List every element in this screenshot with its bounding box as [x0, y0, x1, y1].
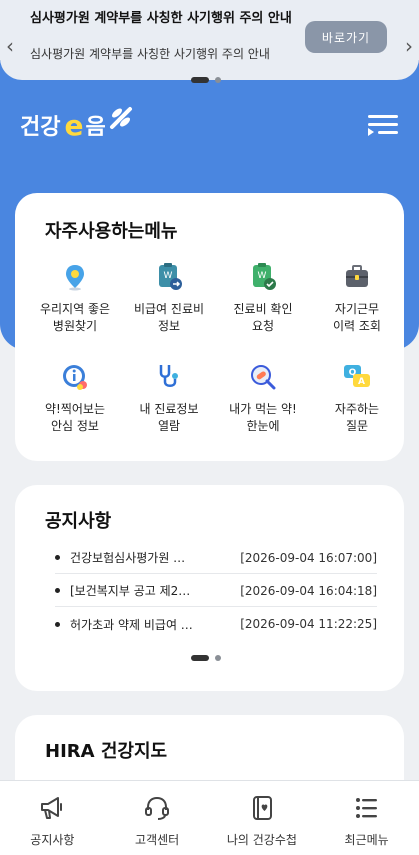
- quick-item-faq[interactable]: Q A 자주하는 질문: [310, 363, 404, 435]
- quick-item-my-medicine[interactable]: 내가 먹는 약! 한눈에: [216, 363, 310, 435]
- nav-label: 공지사항: [30, 833, 75, 847]
- bullet-icon: [55, 621, 60, 627]
- quick-item-label: 자주하는 질문: [334, 402, 380, 433]
- logo-text-prefix: 건강: [20, 115, 61, 140]
- chevron-right-icon[interactable]: ›: [405, 36, 413, 56]
- nav-item-recent-menu[interactable]: 최근메뉴: [314, 781, 419, 855]
- notice-item-date: [2026-09-04 11:22:25]: [240, 617, 377, 631]
- my-medicine-icon: [251, 365, 276, 390]
- banner-title[interactable]: 심사평가원 계약부를 사칭한 사기행위 주의 안내: [30, 10, 300, 27]
- svg-text:W: W: [164, 271, 173, 281]
- pagination-dot[interactable]: [215, 655, 221, 661]
- notice-item[interactable]: [보건복지부 공고 제2… [2026-09-04 16:04:18]: [55, 575, 377, 607]
- notice-item-date: [2026-09-04 16:04:18]: [240, 583, 377, 598]
- menu-button[interactable]: [366, 112, 400, 136]
- stethoscope-icon: [159, 365, 178, 387]
- quick-item-label: 진료비 확인 요청: [233, 302, 293, 333]
- nav-label: 최근메뉴: [344, 833, 389, 847]
- notice-item-title[interactable]: [보건복지부 공고 제2…: [70, 582, 230, 599]
- quick-item-label: 우리지역 좋은 병원찾기: [39, 302, 111, 333]
- hospital-location-icon: [66, 265, 84, 291]
- megaphone-icon: [41, 797, 63, 819]
- notice-item[interactable]: 건강보험심사평가원 … [2026-09-04 16:07:00]: [55, 542, 377, 574]
- logo-cross-icon: [109, 107, 132, 129]
- notice-title[interactable]: 공지사항: [45, 507, 111, 533]
- nav-label: 고객센터: [135, 833, 180, 847]
- quick-item-hospital-search[interactable]: 우리지역 좋은 병원찾기: [28, 263, 122, 335]
- quick-item-drug-info[interactable]: 약!찍어보는 안심 정보: [28, 363, 122, 435]
- svg-text:A: A: [358, 377, 365, 387]
- logo-text-suffix: 음: [85, 115, 106, 140]
- quick-item-label: 약!찍어보는 안심 정보: [44, 402, 105, 433]
- work-history-icon: [346, 265, 368, 287]
- notice-item-title[interactable]: 건강보험심사평가원 …: [70, 549, 230, 566]
- pagination-dot-active[interactable]: [191, 77, 209, 83]
- banner-pagination: [191, 77, 221, 83]
- bullet-icon: [55, 555, 60, 560]
- quick-item-cost-check[interactable]: W 진료비 확인 요청: [216, 263, 310, 335]
- faq-icon: Q A: [344, 365, 370, 387]
- nav-item-notices[interactable]: 공지사항: [0, 781, 105, 855]
- quick-item-label: 비급여 진료비 정보: [133, 302, 205, 333]
- notice-item-date: [2026-09-04 16:07:00]: [240, 550, 377, 565]
- notice-item-title[interactable]: 허가초과 약제 비급여 …: [70, 616, 230, 633]
- banner-subtitle: 심사평가원 계약부를 사칭한 사기행위 주의 안내: [30, 47, 270, 61]
- quick-item-work-history[interactable]: 자기근무 이력 조회: [310, 263, 404, 335]
- quick-menu-title: 자주사용하는메뉴: [45, 221, 178, 242]
- non-covered-cost-icon: W: [159, 263, 182, 290]
- drug-info-icon: [63, 365, 87, 390]
- quick-item-my-records[interactable]: 내 진료정보 열람: [122, 363, 216, 435]
- pagination-dot-active[interactable]: [191, 655, 209, 661]
- quick-item-label: 내가 먹는 약! 한눈에: [229, 402, 297, 433]
- svg-text:W: W: [258, 271, 267, 281]
- bottom-navigation: 공지사항 고객센터 나의 건강수첩 최근메뉴: [0, 780, 419, 855]
- health-book-icon: [252, 796, 272, 820]
- quick-item-label: 자기근무 이력 조회: [333, 302, 381, 333]
- banner-go-button[interactable]: 바로가기: [305, 21, 387, 53]
- pagination-dot[interactable]: [215, 77, 221, 83]
- quick-item-non-covered-cost[interactable]: W 비급여 진료비 정보: [122, 263, 216, 335]
- headset-icon: [145, 796, 170, 820]
- quick-item-label: 내 진료정보 열람: [139, 402, 199, 433]
- cost-check-icon: W: [253, 263, 276, 290]
- notice-pagination: [191, 655, 221, 661]
- quick-menu-card: 자주사용하는메뉴 우리지역 좋은 병원찾기 W 비급여 진료비 정보 W 진료비…: [15, 193, 404, 461]
- nav-item-customer-center[interactable]: 고객센터: [105, 781, 210, 855]
- logo-text-e: e: [64, 108, 84, 142]
- list-icon: [355, 798, 377, 818]
- nav-label: 나의 건강수첩: [226, 833, 297, 847]
- app-logo[interactable]: 건강 e 음: [20, 107, 134, 142]
- nav-item-health-book[interactable]: 나의 건강수첩: [210, 781, 315, 855]
- notice-item[interactable]: 허가초과 약제 비급여 … [2026-09-04 11:22:25]: [55, 608, 377, 640]
- alert-banner[interactable]: ‹ 심사평가원 계약부를 사칭한 사기행위 주의 안내 심사평가원 계약부를 사…: [0, 0, 419, 80]
- notice-card: 공지사항 건강보험심사평가원 … [2026-09-04 16:07:00] […: [15, 485, 404, 691]
- bullet-icon: [55, 588, 60, 593]
- hamburger-icon: [368, 115, 398, 136]
- hira-map-title[interactable]: HIRA 건강지도: [45, 737, 167, 763]
- chevron-left-icon[interactable]: ‹: [6, 36, 14, 56]
